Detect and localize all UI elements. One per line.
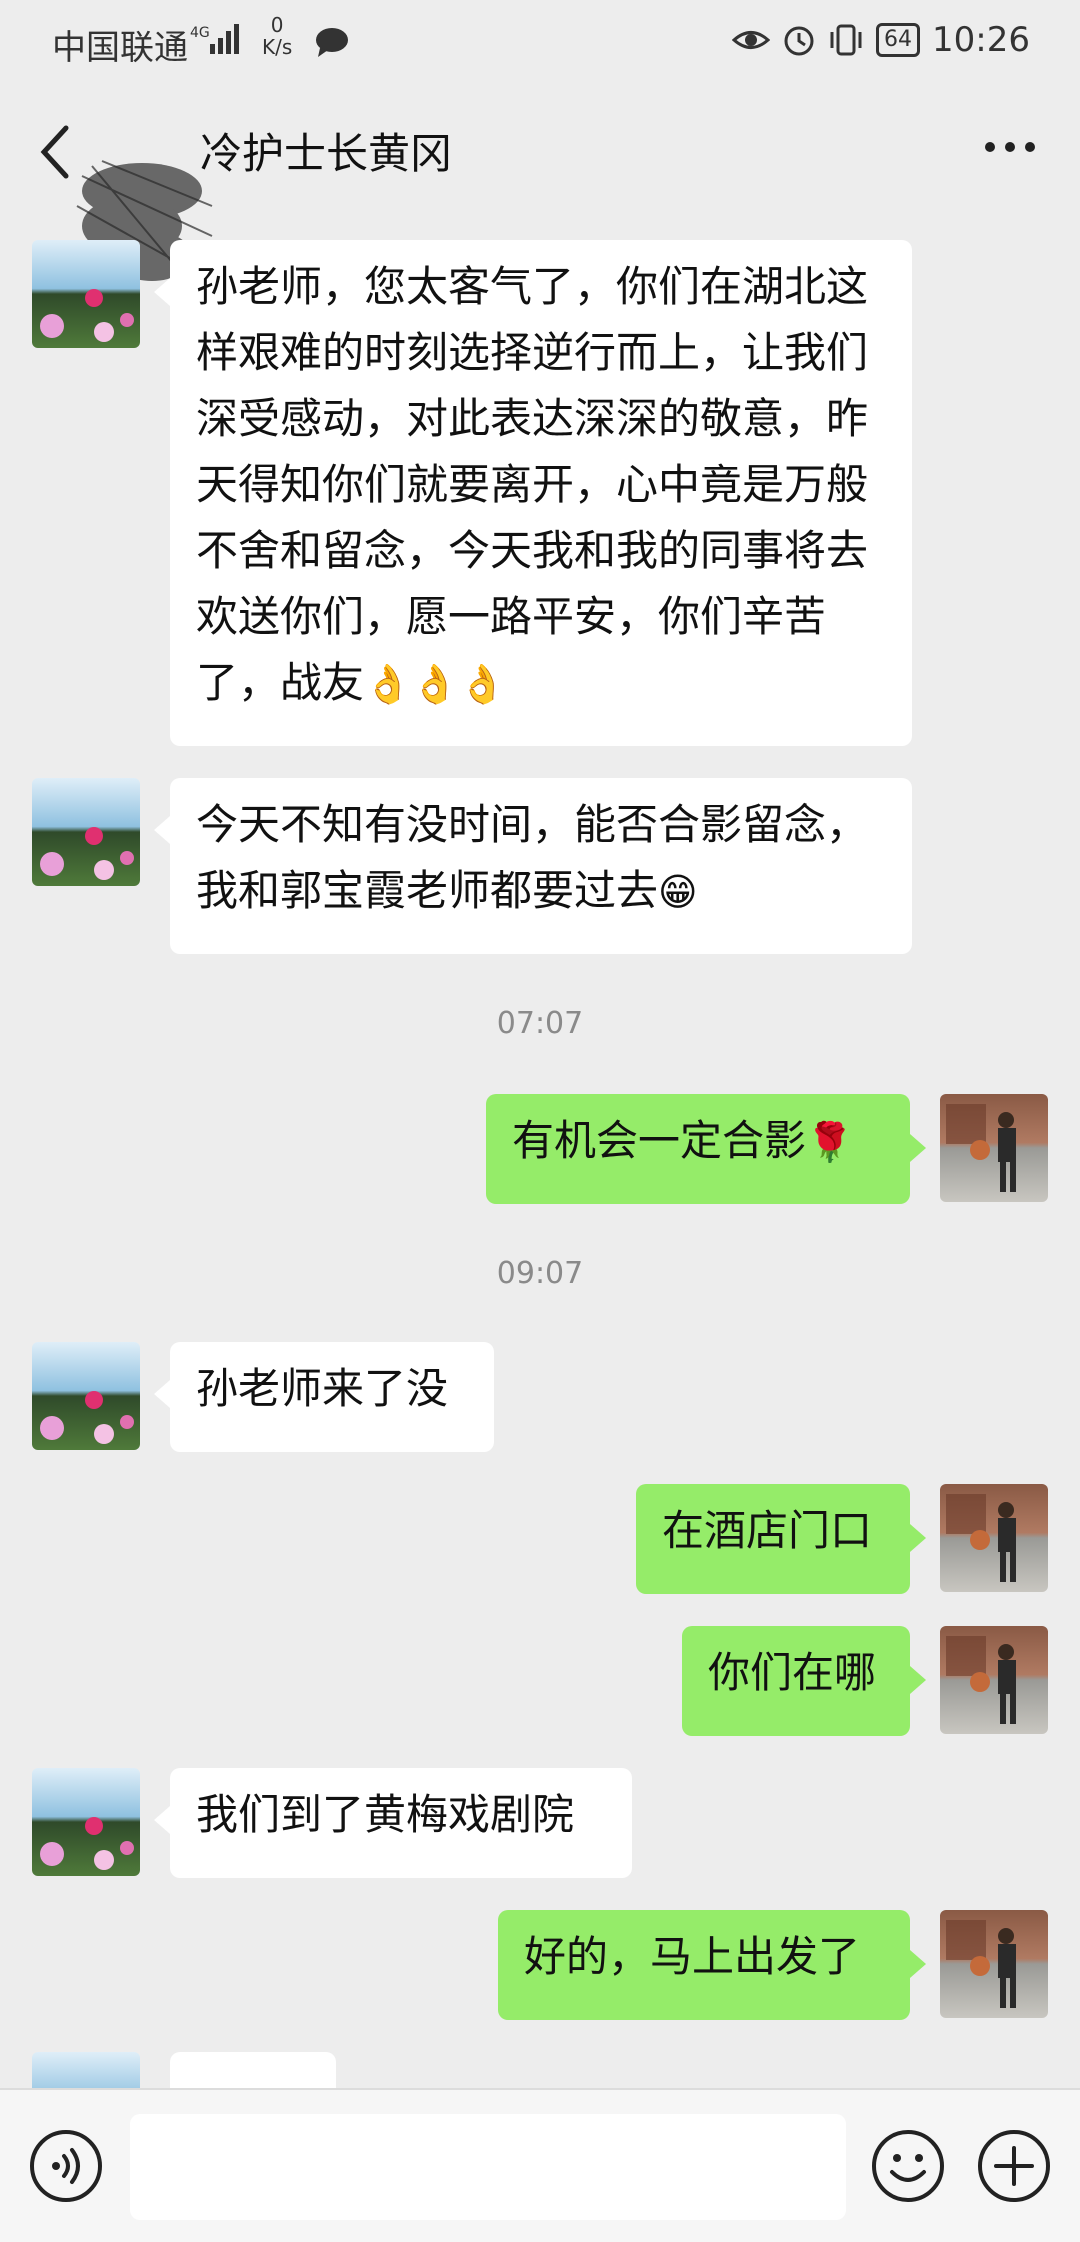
contact-avatar[interactable] bbox=[32, 240, 140, 348]
chat-header: 冷护士长黄冈 bbox=[0, 80, 1080, 287]
message-notification-icon bbox=[316, 28, 348, 57]
flower-avatar-image bbox=[32, 1342, 140, 1450]
my-avatar[interactable] bbox=[940, 1484, 1048, 1592]
alarm-icon bbox=[784, 26, 814, 56]
network-speed: 0 K/s bbox=[262, 14, 292, 58]
message-bubble[interactable]: 有机会一定合影🌹 bbox=[486, 1094, 926, 1204]
message-bubble[interactable]: 我们到了黄梅戏剧院 bbox=[154, 1768, 632, 1878]
ok-hand-emoji: 👌👌👌 bbox=[364, 662, 506, 706]
message-text: 你们在哪 bbox=[708, 1648, 877, 1697]
status-bar: 中国联通 4G 0 K/s 64 10:26 bbox=[0, 0, 1080, 80]
eye-comfort-icon bbox=[732, 31, 771, 49]
contact-avatar[interactable] bbox=[32, 778, 140, 886]
clock: 10:26 bbox=[932, 20, 1030, 60]
my-avatar[interactable] bbox=[940, 1094, 1048, 1202]
flower-avatar-image bbox=[32, 240, 140, 348]
my-avatar[interactable] bbox=[940, 1910, 1048, 2018]
message-bubble-partial[interactable] bbox=[170, 2052, 336, 2088]
speed-unit: K/s bbox=[262, 35, 293, 59]
network-type: 4G bbox=[190, 25, 210, 41]
person-avatar-image bbox=[940, 1910, 1048, 2018]
message-input[interactable] bbox=[130, 2114, 846, 2220]
timestamp: 09:07 bbox=[496, 1256, 584, 1291]
message-text: 孙老师来了没 bbox=[196, 1364, 449, 1413]
timestamp: 07:07 bbox=[496, 1006, 584, 1041]
contact-avatar[interactable] bbox=[32, 1768, 140, 1876]
rose-emoji: 🌹 bbox=[806, 1120, 854, 1164]
chat-title: 冷护士长黄冈 bbox=[200, 129, 453, 178]
message-text: 好的，马上出发了 bbox=[524, 1932, 861, 1981]
more-options-button[interactable] bbox=[980, 132, 1040, 162]
emoji-button[interactable] bbox=[870, 2128, 946, 2204]
my-avatar[interactable] bbox=[940, 1626, 1048, 1734]
person-avatar-image bbox=[940, 1484, 1048, 1592]
message-text: 在酒店门口 bbox=[662, 1506, 873, 1555]
flower-avatar-image bbox=[32, 778, 140, 886]
status-right: 64 10:26 bbox=[732, 20, 1030, 60]
more-functions-button[interactable] bbox=[976, 2128, 1052, 2204]
vibrate-icon bbox=[830, 24, 862, 56]
message-text: 我们到了黄梅戏剧院 bbox=[196, 1790, 575, 1839]
person-avatar-image bbox=[940, 1094, 1048, 1202]
message-bubble[interactable]: 孙老师，您太客气了，你们在湖北这样艰难的时刻选择逆行而上，让我们深受感动，对此表… bbox=[154, 240, 912, 746]
person-avatar-image bbox=[940, 1626, 1048, 1734]
message-text: 今天不知有没时间，能否合影留念，我和郭宝霞老师都要过去 bbox=[196, 800, 869, 915]
carrier-label: 中国联通 bbox=[52, 28, 188, 68]
back-button[interactable] bbox=[34, 122, 74, 182]
input-bar bbox=[0, 2088, 1080, 2242]
flower-avatar-image bbox=[32, 1768, 140, 1876]
message-bubble[interactable]: 今天不知有没时间，能否合影留念，我和郭宝霞老师都要过去😁 bbox=[154, 778, 912, 954]
message-bubble[interactable]: 好的，马上出发了 bbox=[498, 1910, 926, 2020]
message-bubble[interactable]: 孙老师来了没 bbox=[154, 1342, 494, 1452]
contact-avatar[interactable] bbox=[32, 2052, 140, 2088]
contact-avatar[interactable] bbox=[32, 1342, 140, 1450]
speed-value: 0 bbox=[270, 13, 284, 37]
message-bubble[interactable]: 在酒店门口 bbox=[636, 1484, 926, 1594]
battery-indicator: 64 bbox=[876, 23, 921, 57]
flower-avatar-image bbox=[32, 2052, 140, 2088]
grin-emoji: 😁 bbox=[658, 870, 698, 914]
signal-icon bbox=[210, 24, 239, 54]
voice-input-button[interactable] bbox=[28, 2128, 104, 2204]
message-text: 孙老师，您太客气了，你们在湖北这样艰难的时刻选择逆行而上，让我们深受感动，对此表… bbox=[196, 262, 869, 707]
message-bubble[interactable]: 你们在哪 bbox=[682, 1626, 926, 1736]
message-text: 有机会一定合影 bbox=[512, 1116, 807, 1165]
